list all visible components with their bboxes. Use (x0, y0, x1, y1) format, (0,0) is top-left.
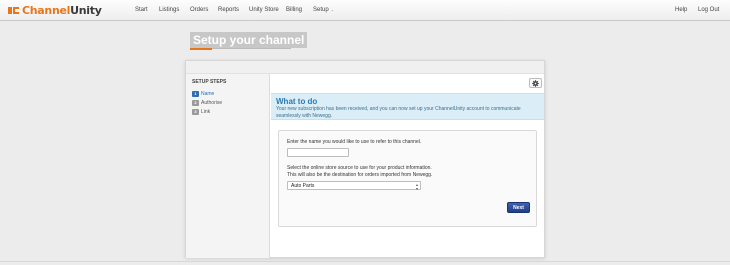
channel-name-input[interactable] (287, 148, 349, 157)
top-navigation-bar: ChannelUnity Start Listings Orders Repor… (0, 0, 730, 21)
next-button[interactable]: Next (507, 202, 530, 213)
nav-reports[interactable]: Reports (218, 6, 239, 14)
step-link[interactable]: 3 Link (192, 108, 210, 115)
settings-button[interactable] (529, 78, 542, 88)
page-footer-divider (0, 261, 730, 262)
nav-start[interactable]: Start (135, 6, 148, 14)
step-label: Authorise (201, 99, 223, 106)
panel-header-bar (186, 61, 544, 74)
nav-help[interactable]: Help (675, 6, 687, 14)
step-name[interactable]: 1 Name (192, 90, 214, 97)
page-title: Setup your channel (190, 32, 308, 48)
channel-setup-form: Enter the name you would like to use to … (278, 130, 537, 227)
nav-unity-store[interactable]: Unity Store (249, 6, 279, 14)
step-label: Name (201, 90, 215, 97)
nav-setup-label: Setup (313, 7, 329, 13)
nav-orders[interactable]: Orders (190, 6, 208, 14)
store-source-label: Select the online store source to use fo… (287, 165, 432, 171)
logo-text: ChannelUnity (22, 4, 102, 17)
nav-log-out[interactable]: Log Out (698, 6, 719, 14)
instructions-title: What to do (276, 97, 318, 106)
channel-name-label: Enter the name you would like to use to … (287, 139, 422, 145)
logo-icon (7, 5, 20, 16)
step-number: 1 (192, 90, 199, 97)
setup-panel: SETUP STEPS 1 Name 2 Authorise 3 Link Wh… (185, 60, 545, 258)
gear-icon (532, 79, 539, 87)
nav-setup[interactable]: Setup ⌄ (313, 6, 334, 14)
channelunity-logo[interactable]: ChannelUnity (7, 4, 102, 17)
store-source-note: This will also be the destination for or… (287, 172, 433, 178)
step-number: 3 (192, 108, 199, 115)
store-source-select[interactable]: Auto Parts ▴ ▾ (287, 181, 421, 190)
nav-billing[interactable]: Billing (286, 6, 302, 14)
instructions-banner: What to do Your new subscription has bee… (271, 93, 544, 120)
select-arrows-icon: ▴ ▾ (415, 181, 418, 191)
store-source-selected: Auto Parts (291, 183, 315, 189)
setup-steps-sidebar: SETUP STEPS 1 Name 2 Authorise 3 Link (186, 74, 270, 258)
title-accent-bar (190, 48, 212, 50)
step-authorise[interactable]: 2 Authorise (192, 99, 222, 106)
step-label: Link (201, 108, 211, 115)
chevron-down-icon: ⌄ (330, 7, 335, 12)
nav-listings[interactable]: Listings (159, 6, 179, 14)
step-number: 2 (192, 99, 199, 106)
setup-steps-heading: SETUP STEPS (192, 79, 227, 85)
instructions-text: Your new subscription has been received,… (276, 106, 521, 119)
